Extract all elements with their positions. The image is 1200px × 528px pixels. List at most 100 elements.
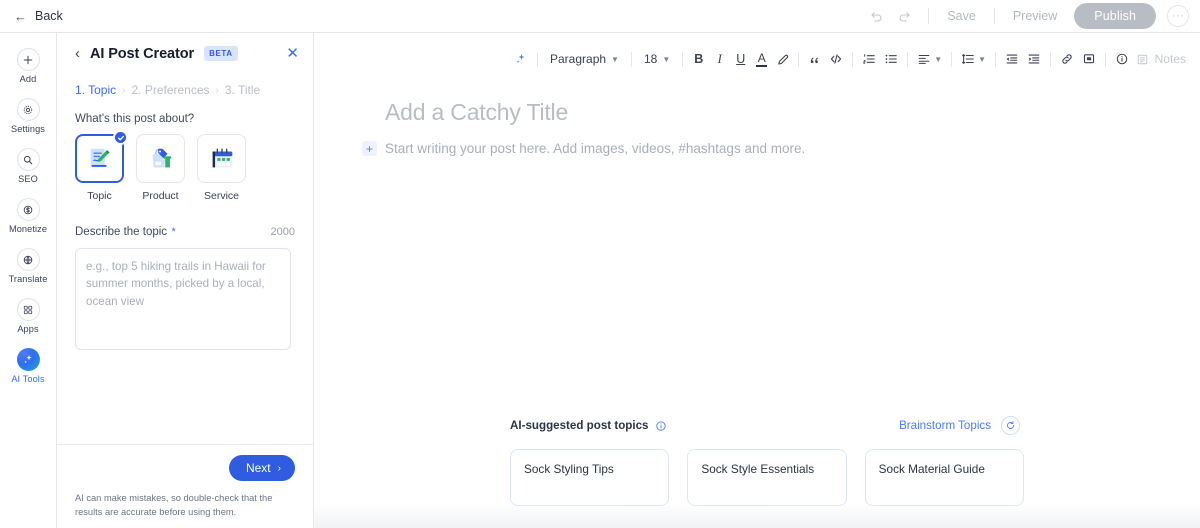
notes-label: Notes	[1154, 52, 1186, 66]
info-button[interactable]	[1111, 47, 1133, 71]
divider	[993, 8, 995, 24]
ai-sparkle-icon	[16, 348, 40, 371]
preview-button[interactable]: Preview	[1005, 9, 1065, 23]
sidebar-item-settings[interactable]: Settings	[0, 93, 57, 139]
sidebar-item-apps[interactable]: Apps	[0, 293, 57, 339]
calendar-icon	[212, 148, 232, 167]
step-preferences[interactable]: 2. Preferences	[131, 83, 209, 97]
divider	[1050, 51, 1052, 67]
dollar-circle-icon	[16, 198, 40, 221]
post-type-service[interactable]: Service	[197, 134, 246, 202]
sidebar-item-ai-tools[interactable]: AI Tools	[0, 343, 57, 389]
post-body-row: + Start writing your post here. Add imag…	[314, 141, 1200, 156]
describe-row: Describe the topic * 2000	[75, 222, 295, 240]
code-button[interactable]	[825, 47, 847, 71]
step-title[interactable]: 3. Title	[225, 83, 260, 97]
publish-button[interactable]: Publish	[1074, 3, 1156, 29]
bullet-list-icon	[885, 54, 898, 64]
post-body-input[interactable]: Start writing your post here. Add images…	[385, 141, 805, 156]
sidebar-item-add[interactable]: Add	[0, 43, 57, 89]
describe-label: Describe the topic	[75, 226, 168, 238]
add-block-button[interactable]: +	[362, 141, 377, 156]
sidebar-item-translate[interactable]: Translate	[0, 243, 57, 289]
redo-button[interactable]	[890, 4, 918, 28]
blockquote-button[interactable]	[804, 47, 825, 71]
align-button[interactable]: ▼	[913, 47, 946, 71]
sidebar-item-label: Monetize	[8, 224, 48, 234]
brainstorm-topics-link[interactable]: Brainstorm Topics	[899, 419, 991, 432]
globe-icon	[16, 248, 40, 271]
info-circle-icon[interactable]	[655, 420, 667, 432]
bullet-list-button[interactable]	[880, 47, 902, 71]
app-root: ← Back Save Preview Publish ··· Add Sett…	[0, 0, 1200, 528]
align-left-icon	[918, 54, 930, 64]
indent-increase-button[interactable]	[1023, 47, 1045, 71]
next-button[interactable]: Next ›	[228, 455, 295, 482]
main-body: Add Settings SEO Monetize Translate Apps…	[0, 33, 1200, 528]
color-swatch	[756, 64, 768, 67]
font-size-label: 18	[643, 52, 658, 66]
highlighter-icon	[778, 54, 789, 64]
sidebar-item-seo[interactable]: SEO	[0, 143, 57, 189]
arrow-left-icon: ←	[14, 8, 27, 24]
post-title-input[interactable]: Add a Catchy Title	[314, 99, 1200, 126]
suggestion-card[interactable]: Sock Style Essentials	[687, 449, 847, 506]
post-type-product[interactable]: Product	[136, 134, 185, 202]
ai-post-creator-panel: ‹ AI Post Creator BETA ✕ 1. Topic › 2. P…	[57, 33, 314, 528]
divider	[1105, 51, 1107, 67]
left-rail: Add Settings SEO Monetize Translate Apps…	[0, 33, 57, 528]
ai-sparkle-icon	[516, 54, 525, 64]
search-icon	[16, 148, 40, 171]
undo-icon	[871, 11, 882, 22]
post-type-product-box	[136, 134, 185, 183]
link-button[interactable]	[1056, 47, 1078, 71]
highlight-button[interactable]	[772, 47, 793, 71]
notes-button[interactable]: Notes	[1136, 52, 1186, 66]
ai-suggestions: AI-suggested post topics Brainstorm Topi…	[510, 416, 1200, 506]
comment-button[interactable]	[1078, 47, 1100, 71]
paragraph-style-select[interactable]: Paragraph ▼	[543, 52, 626, 66]
indent-decrease-button[interactable]	[1001, 47, 1023, 71]
required-marker: *	[171, 226, 176, 238]
sidebar-item-label: Translate	[8, 274, 48, 284]
suggestion-card[interactable]: Sock Material Guide	[864, 449, 1024, 506]
panel-footer: Next › AI can make mistakes, so double-c…	[57, 444, 313, 528]
font-size-select[interactable]: 18 ▼	[637, 52, 677, 66]
indent-increase-icon	[1028, 54, 1040, 64]
close-icon[interactable]: ✕	[286, 46, 299, 61]
ai-assist-button[interactable]	[510, 47, 532, 71]
save-button[interactable]: Save	[939, 9, 984, 23]
underline-button[interactable]: U	[730, 47, 751, 71]
suggestion-card[interactable]: Sock Styling Tips	[510, 449, 670, 506]
post-type-service-box	[197, 134, 246, 183]
divider	[951, 51, 953, 67]
editor-toolbar: Paragraph ▼ 18 ▼ B I U A ▼ ▼ Notes	[314, 45, 1200, 73]
panel-body: What's this post about? Topic Product Se…	[57, 103, 313, 444]
refresh-icon	[1007, 421, 1014, 429]
text-color-button[interactable]: A	[751, 47, 772, 71]
line-height-button[interactable]: ▼	[957, 47, 990, 71]
bold-button[interactable]: B	[688, 47, 709, 71]
next-button-label: Next	[245, 461, 271, 476]
refresh-suggestions-button[interactable]	[1001, 416, 1020, 435]
document-pen-icon	[90, 148, 109, 167]
beta-badge: BETA	[204, 46, 238, 61]
back-button[interactable]: ← Back	[14, 9, 63, 23]
describe-topic-textarea[interactable]	[75, 248, 291, 350]
panel-header: ‹ AI Post Creator BETA ✕	[57, 33, 313, 74]
post-type-topic[interactable]: Topic	[75, 130, 128, 202]
more-options-button[interactable]: ···	[1167, 5, 1189, 27]
sidebar-item-monetize[interactable]: Monetize	[0, 193, 57, 239]
step-separator: ›	[215, 84, 219, 96]
sidebar-item-label: Apps	[17, 324, 39, 334]
post-type-label: Service	[203, 190, 239, 202]
text-color-label: A	[757, 50, 766, 65]
sidebar-item-label: AI Tools	[11, 374, 45, 384]
chevron-down-icon: ▼	[611, 54, 619, 64]
step-topic[interactable]: 1. Topic	[75, 83, 116, 97]
italic-button[interactable]: I	[709, 47, 730, 71]
ordered-list-button[interactable]	[858, 47, 880, 71]
undo-button[interactable]	[862, 4, 890, 28]
chevron-left-icon[interactable]: ‹	[75, 46, 80, 61]
info-circle-icon	[1116, 53, 1128, 65]
